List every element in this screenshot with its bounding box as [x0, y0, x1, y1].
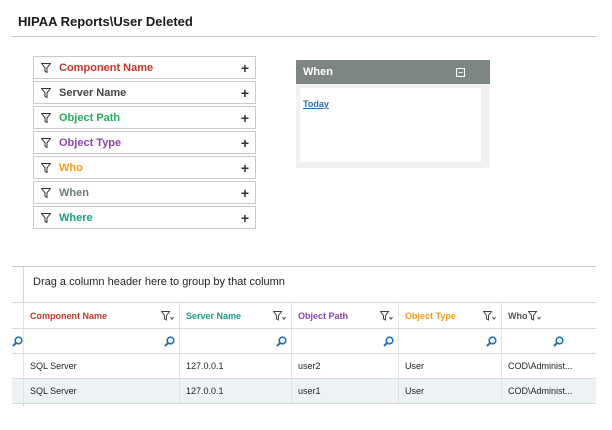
- filter-list: Component Name + Server Name + Object Pa…: [33, 56, 256, 231]
- funnel-icon: [40, 112, 52, 124]
- funnel-icon: [40, 87, 52, 99]
- row-indicator[interactable]: [12, 354, 24, 378]
- plus-icon[interactable]: +: [235, 185, 255, 201]
- title-divider: [12, 36, 596, 37]
- column-header-label: Object Type: [405, 310, 456, 321]
- cell-component-name[interactable]: SQL Server: [24, 379, 180, 403]
- column-header-label: Server Name: [186, 310, 242, 321]
- filter-object-type[interactable]: Object Type +: [33, 131, 256, 154]
- table-row[interactable]: SQL Server 127.0.0.1 user2 User COD\Admi…: [12, 354, 596, 379]
- cell-object-path[interactable]: user2: [292, 354, 399, 378]
- column-header-component-name[interactable]: Component Name: [24, 303, 180, 328]
- column-header-label: Component Name: [30, 310, 108, 321]
- filter-label: When: [59, 186, 89, 199]
- filter-when[interactable]: When +: [33, 181, 256, 204]
- when-panel-header: When −: [296, 60, 490, 84]
- when-panel: When − Today: [296, 60, 490, 168]
- row-indicator[interactable]: [12, 379, 24, 403]
- collapse-icon[interactable]: −: [456, 67, 465, 77]
- column-filter-icon[interactable]: [273, 310, 287, 321]
- page-title: HIPAA Reports\User Deleted: [18, 14, 193, 29]
- filter-component-name[interactable]: Component Name +: [33, 56, 256, 79]
- cell-object-path[interactable]: user1: [292, 379, 399, 403]
- filter-who[interactable]: Who +: [33, 156, 256, 179]
- cell-server-name[interactable]: 127.0.0.1: [180, 354, 292, 378]
- filter-object-path[interactable]: Object Path +: [33, 106, 256, 129]
- cell-object-type[interactable]: User: [399, 354, 502, 378]
- search-icon[interactable]: [276, 335, 287, 347]
- filter-where[interactable]: Where +: [33, 206, 256, 229]
- plus-icon[interactable]: +: [235, 210, 255, 226]
- cell-object-type[interactable]: User: [399, 379, 502, 403]
- search-who[interactable]: [502, 329, 596, 353]
- filter-label: Server Name: [59, 86, 127, 99]
- search-icon[interactable]: [383, 335, 394, 347]
- today-link[interactable]: Today: [303, 99, 329, 109]
- search-icon[interactable]: [12, 335, 23, 347]
- search-object-type[interactable]: [399, 329, 502, 353]
- data-grid: Component Name Server Name Object Path O…: [12, 302, 596, 404]
- column-filter-icon[interactable]: [161, 310, 175, 321]
- search-icon[interactable]: [164, 335, 175, 347]
- column-header-who[interactable]: Who: [502, 303, 596, 328]
- table-row[interactable]: SQL Server 127.0.0.1 user1 User COD\Admi…: [12, 379, 596, 404]
- column-header-object-path[interactable]: Object Path: [292, 303, 399, 328]
- row-indicator-header: [12, 303, 24, 328]
- filter-server-name[interactable]: Server Name +: [33, 81, 256, 104]
- funnel-icon: [40, 212, 52, 224]
- search-component-name[interactable]: [24, 329, 180, 353]
- plus-icon[interactable]: +: [235, 110, 255, 126]
- grid-divider: [12, 266, 596, 267]
- group-by-panel[interactable]: Drag a column header here to group by th…: [33, 276, 285, 288]
- search-icon[interactable]: [553, 335, 564, 347]
- plus-icon[interactable]: +: [235, 60, 255, 76]
- filter-label: Where: [59, 211, 93, 224]
- filter-label: Who: [59, 161, 83, 174]
- funnel-icon: [40, 187, 52, 199]
- cell-component-name[interactable]: SQL Server: [24, 354, 180, 378]
- filter-label: Object Path: [59, 111, 121, 124]
- column-header-server-name[interactable]: Server Name: [180, 303, 292, 328]
- when-panel-title: When: [303, 66, 333, 78]
- plus-icon[interactable]: +: [235, 135, 255, 151]
- column-filter-icon[interactable]: [527, 310, 542, 321]
- cell-who[interactable]: COD\Administ...: [502, 379, 596, 403]
- row-search-all[interactable]: [12, 329, 24, 353]
- filter-label: Component Name: [59, 61, 154, 74]
- when-panel-body: Today: [300, 88, 481, 162]
- plus-icon[interactable]: +: [235, 160, 255, 176]
- filter-label: Object Type: [59, 136, 122, 149]
- funnel-icon: [40, 62, 52, 74]
- funnel-icon: [40, 162, 52, 174]
- grid-search-row: [12, 329, 596, 354]
- grid-header-row: Component Name Server Name Object Path O…: [12, 303, 596, 329]
- cell-server-name[interactable]: 127.0.0.1: [180, 379, 292, 403]
- funnel-icon: [40, 137, 52, 149]
- search-object-path[interactable]: [292, 329, 399, 353]
- column-header-object-type[interactable]: Object Type: [399, 303, 502, 328]
- column-header-label: Object Path: [298, 310, 349, 321]
- column-header-label: Who: [508, 310, 528, 321]
- column-filter-icon[interactable]: [483, 310, 497, 321]
- column-filter-icon[interactable]: [380, 310, 394, 321]
- search-icon[interactable]: [486, 335, 497, 347]
- cell-who[interactable]: COD\Administ...: [502, 354, 596, 378]
- search-server-name[interactable]: [180, 329, 292, 353]
- plus-icon[interactable]: +: [235, 85, 255, 101]
